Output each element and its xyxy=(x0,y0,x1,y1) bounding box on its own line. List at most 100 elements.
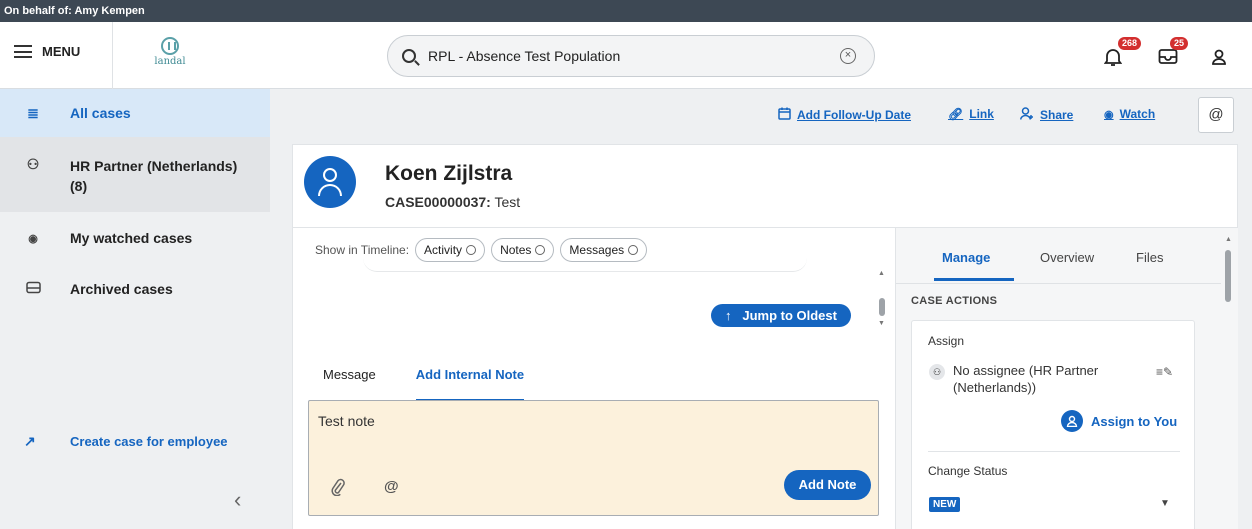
assign-to-you-button[interactable]: Assign to You xyxy=(1061,410,1177,432)
radio-icon xyxy=(628,245,639,255)
sidebar-item-label: HR Partner (Netherlands) xyxy=(70,158,238,174)
notifications-button[interactable]: 268 xyxy=(1103,37,1142,72)
menu-button[interactable]: MENU xyxy=(14,44,80,59)
case-number: CASE00000037: xyxy=(385,194,491,210)
landal-logo[interactable]: landal xyxy=(150,37,190,67)
filter-label: Activity xyxy=(424,243,463,257)
status-badge[interactable]: NEW xyxy=(929,497,961,512)
employee-avatar xyxy=(304,156,356,208)
timeline-scrollbar[interactable]: ▲ ▼ xyxy=(877,270,887,330)
edit-assignee-icon[interactable]: ≡✎ xyxy=(1156,365,1173,379)
share-user-icon xyxy=(1020,107,1034,123)
watch-label: Watch xyxy=(1119,107,1156,121)
change-status-label: Change Status xyxy=(928,464,1008,478)
tab-files[interactable]: Files xyxy=(1136,250,1163,265)
add-follow-up-label: Add Follow-Up Date xyxy=(797,108,911,122)
list-icon: ≣ xyxy=(27,105,39,121)
share-label: Share xyxy=(1040,108,1074,122)
calendar-icon xyxy=(778,107,791,123)
sidebar: ≣ All cases ⚇ HR Partner (Netherlands) (… xyxy=(0,89,270,529)
mention-icon[interactable]: @ xyxy=(384,478,399,495)
sidebar-item-hr-partner[interactable]: ⚇ HR Partner (Netherlands) (8) xyxy=(0,137,270,212)
sidebar-item-all-cases[interactable]: ≣ All cases xyxy=(0,89,270,137)
arrow-up-icon: ↑ xyxy=(725,308,732,323)
radio-icon xyxy=(466,245,477,255)
sidebar-item-label: All cases xyxy=(70,105,131,121)
note-text[interactable]: Test note xyxy=(318,413,375,429)
radio-icon xyxy=(535,245,546,255)
tab-add-internal-note[interactable]: Add Internal Note xyxy=(415,367,525,402)
logo-text: landal xyxy=(154,56,186,67)
assign-to-you-label: Assign to You xyxy=(1091,413,1178,429)
watch-button[interactable]: ◉ Watch xyxy=(1104,107,1155,121)
inbox-button[interactable]: 25 xyxy=(1158,37,1189,70)
panel-scrollbar[interactable]: ▲ xyxy=(1225,236,1232,528)
scroll-thumb xyxy=(879,298,885,316)
tab-overview[interactable]: Overview xyxy=(1040,250,1094,265)
jump-to-oldest-button[interactable]: ↑ Jump to Oldest xyxy=(711,304,851,327)
user-icon xyxy=(1212,49,1226,65)
scroll-up-icon: ▲ xyxy=(1225,236,1232,243)
case-actions-card: Assign ⚇ No assignee (HR Partner (Nether… xyxy=(911,320,1195,529)
divider xyxy=(928,451,1180,452)
composer-tabs: Message Add Internal Note xyxy=(323,367,525,402)
app-header: MENU landal × 268 25 xyxy=(0,22,1252,89)
eye-icon: ◉ xyxy=(1104,108,1114,121)
on-behalf-text: On behalf of: Amy Kempen xyxy=(4,5,145,17)
assignee-line-2: (Netherlands)) xyxy=(953,380,1037,395)
menu-label: MENU xyxy=(42,44,81,59)
collapse-sidebar-icon[interactable]: ‹ xyxy=(234,487,241,513)
group-icon: ⚇ xyxy=(929,364,945,380)
filter-label: Messages xyxy=(569,243,625,257)
header-divider xyxy=(112,22,113,89)
on-behalf-bar: On behalf of: Amy Kempen xyxy=(0,0,1252,22)
employee-name: Koen Zijlstra xyxy=(385,162,513,185)
link-icon: 🔗︎ xyxy=(948,107,964,121)
case-action-bar: Add Follow-Up Date 🔗︎ Link Share ◉ Watch… xyxy=(270,89,1252,142)
assign-label: Assign xyxy=(928,334,965,348)
hamburger-icon xyxy=(14,45,32,58)
sidebar-item-archived[interactable]: Archived cases xyxy=(0,281,270,297)
clear-search-icon[interactable]: × xyxy=(840,48,856,64)
search-icon xyxy=(402,49,416,63)
jump-label: Jump to Oldest xyxy=(742,308,837,323)
assignee-line-1: No assignee (HR Partner xyxy=(953,363,1099,378)
timeline-card-edge xyxy=(363,258,807,272)
tab-message[interactable]: Message xyxy=(323,367,376,402)
sidebar-item-label: My watched cases xyxy=(70,230,193,246)
timeline-panel: Show in Timeline: Activity Notes Message… xyxy=(292,227,895,529)
eye-icon: ◉ xyxy=(28,233,38,245)
archive-icon xyxy=(24,281,42,297)
case-header: Koen Zijlstra CASE00000037: Test xyxy=(292,144,1238,227)
create-case-label: Create case for employee xyxy=(70,434,228,449)
filter-label: Notes xyxy=(500,243,532,257)
user-menu-button[interactable] xyxy=(1211,49,1227,70)
share-button[interactable]: Share xyxy=(1020,107,1073,123)
link-button[interactable]: 🔗︎ Link xyxy=(948,107,994,121)
sidebar-item-count: (8) xyxy=(70,178,88,194)
paperclip-icon[interactable] xyxy=(331,478,345,501)
create-case-link[interactable]: ↗ Create case for employee xyxy=(24,433,228,450)
timeline-filter-label: Show in Timeline: xyxy=(315,243,410,257)
sidebar-item-label: Archived cases xyxy=(70,281,173,297)
sidebar-item-watched[interactable]: ◉ My watched cases xyxy=(0,230,270,246)
bell-icon xyxy=(1103,49,1123,66)
inbox-badge: 25 xyxy=(1170,37,1189,50)
link-label: Link xyxy=(969,107,994,121)
internal-note-textarea[interactable]: Test note @ Add Note xyxy=(308,400,879,516)
group-icon: ⚇ xyxy=(26,156,40,172)
external-link-icon: ↗ xyxy=(24,433,36,449)
add-note-button[interactable]: Add Note xyxy=(784,470,871,500)
chevron-down-icon[interactable]: ▼ xyxy=(1160,498,1170,509)
case-number-line: CASE00000037: Test xyxy=(385,194,520,210)
user-icon xyxy=(1061,410,1083,432)
scroll-down-icon: ▼ xyxy=(878,320,885,327)
search-input[interactable] xyxy=(428,48,808,64)
manage-panel: Manage Overview Files CASE ACTIONS Assig… xyxy=(895,227,1238,529)
mention-button[interactable]: @ xyxy=(1198,97,1234,133)
scroll-thumb[interactable] xyxy=(1225,250,1231,302)
add-follow-up-button[interactable]: Add Follow-Up Date xyxy=(778,107,911,123)
notifications-badge: 268 xyxy=(1118,37,1142,50)
tab-manage[interactable]: Manage xyxy=(942,250,990,265)
case-actions-title: CASE ACTIONS xyxy=(911,295,998,307)
